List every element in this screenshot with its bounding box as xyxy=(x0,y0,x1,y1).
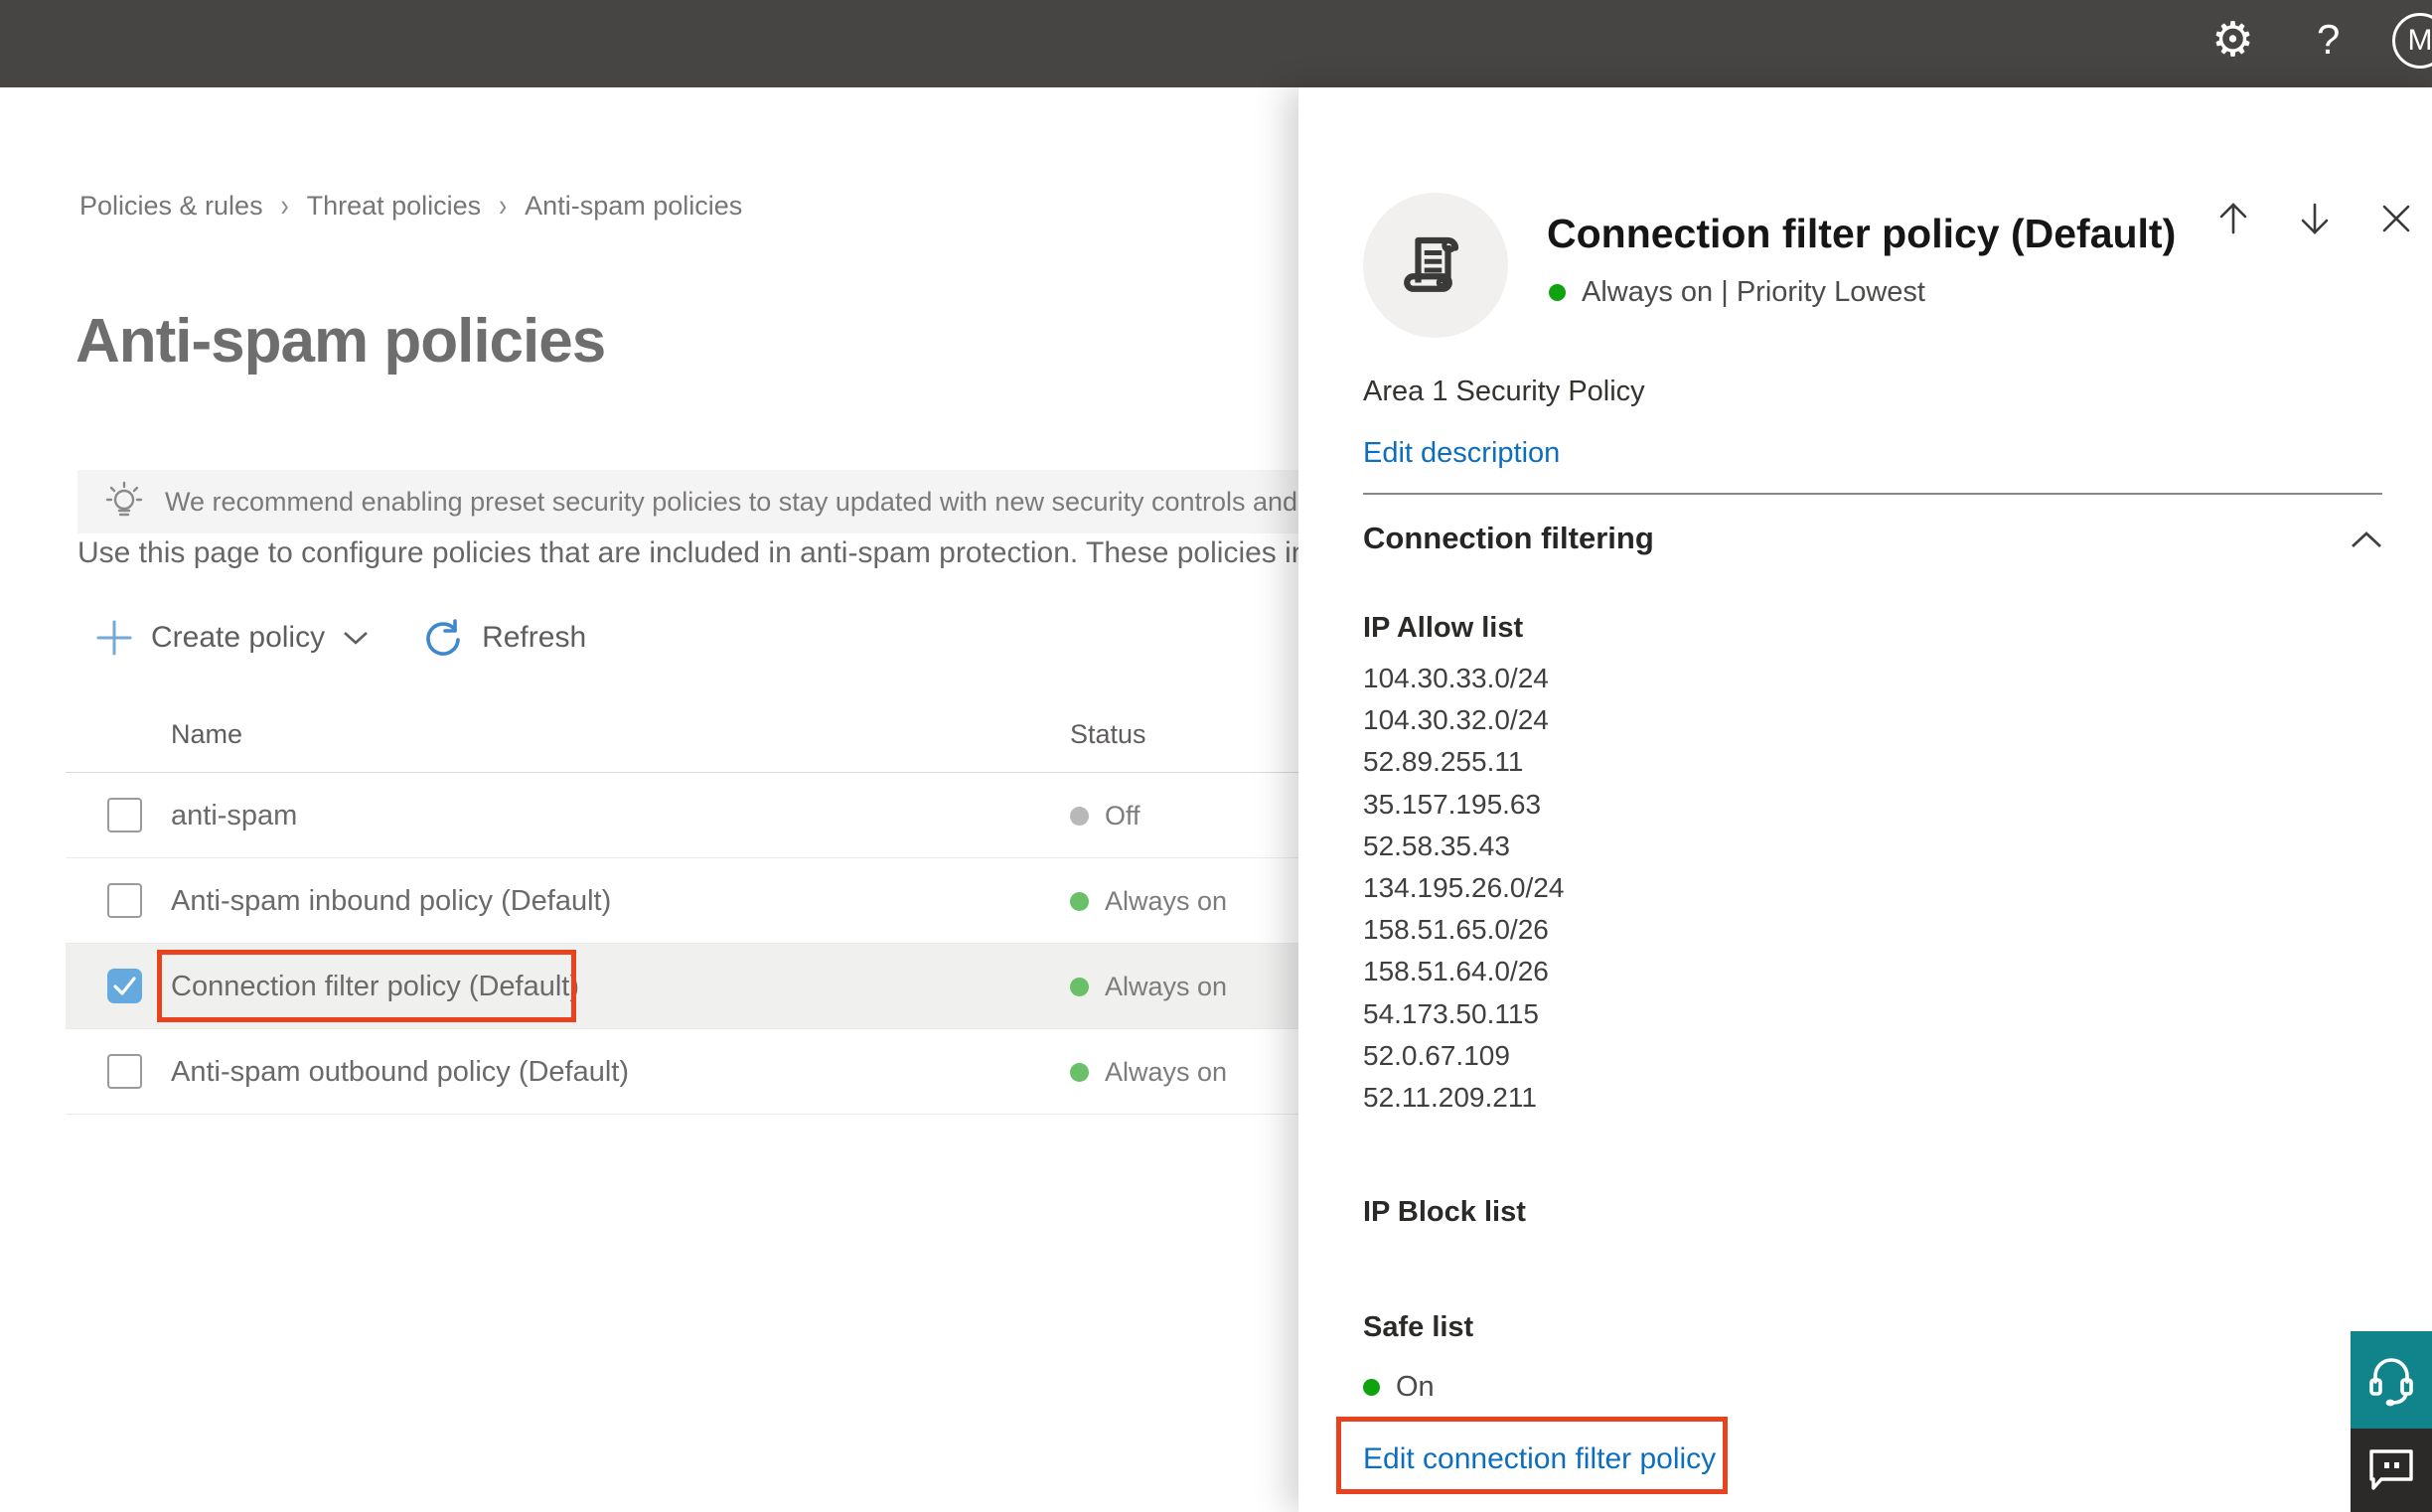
create-policy-label: Create policy xyxy=(151,621,326,654)
ip-allow-item: 35.157.195.63 xyxy=(1363,788,1542,820)
status-dot-icon xyxy=(1070,977,1089,996)
status-label: Always on xyxy=(1105,971,1228,1001)
breadcrumb-separator-icon: › xyxy=(499,188,508,224)
policy-table: Name Status anti-spam Off Anti-spam inbo… xyxy=(66,695,1325,1115)
flyout-status-text: Always on | Priority Lowest xyxy=(1582,276,1925,308)
ip-allow-item: 52.11.209.211 xyxy=(1363,1082,1537,1114)
policy-table-body: anti-spam Off Anti-spam inbound policy (… xyxy=(66,773,1325,1115)
status-label: Always on xyxy=(1105,1056,1228,1087)
settings-gear-icon[interactable]: ⚙ xyxy=(2211,12,2254,68)
status-dot-icon xyxy=(1363,1379,1380,1396)
refresh-icon xyxy=(426,619,460,656)
breadcrumb-separator-icon: › xyxy=(280,188,289,224)
toolbar: Create policy Refresh xyxy=(95,606,586,670)
policy-type-avatar xyxy=(1363,193,1508,338)
account-avatar[interactable]: M xyxy=(2392,13,2432,69)
refresh-label: Refresh xyxy=(482,621,587,654)
table-row[interactable]: Anti-spam inbound policy (Default) Alway… xyxy=(66,858,1325,944)
safe-list-title: Safe list xyxy=(1363,1311,1474,1343)
status-dot-icon xyxy=(1070,806,1089,826)
ip-allow-item: 104.30.33.0/24 xyxy=(1363,663,1549,693)
policy-status: Always on xyxy=(1070,858,1227,944)
headset-icon xyxy=(2369,1358,2413,1407)
policy-status: Off xyxy=(1070,773,1140,858)
table-row[interactable]: Connection filter policy (Default) Alway… xyxy=(66,944,1325,1029)
page-description: Use this page to configure policies that… xyxy=(77,536,1380,569)
create-policy-button[interactable]: Create policy xyxy=(95,619,369,657)
policy-description: Area 1 Security Policy xyxy=(1363,376,1645,407)
ip-allow-list: 104.30.33.0/24 104.30.32.0/24 52.89.255.11… xyxy=(1363,658,1564,1119)
edit-description-link[interactable]: Edit description xyxy=(1363,437,1560,470)
banner-text: We recommend enabling preset security po… xyxy=(165,486,1463,517)
breadcrumb-threat-policies[interactable]: Threat policies xyxy=(307,191,482,222)
close-icon[interactable] xyxy=(2376,199,2416,238)
checkmark-icon xyxy=(113,977,136,995)
row-checkbox[interactable] xyxy=(107,883,142,918)
top-app-bar: ⚙ ? M xyxy=(0,0,2432,87)
policy-status: Always on xyxy=(1070,944,1227,1029)
policy-name: anti-spam xyxy=(171,799,298,832)
table-row[interactable]: Anti-spam outbound policy (Default) Alwa… xyxy=(66,1029,1325,1115)
feedback-chat-icon xyxy=(2369,1449,2413,1490)
support-button[interactable] xyxy=(2351,1331,2432,1429)
page-title: Anti-spam policies xyxy=(76,307,606,376)
divider xyxy=(1363,493,2382,495)
chevron-down-icon xyxy=(344,632,368,645)
status-dot-icon xyxy=(1549,284,1566,301)
collapse-chevron-up-icon[interactable] xyxy=(2350,530,2383,550)
status-label: Off xyxy=(1105,800,1140,831)
ip-allow-item: 52.58.35.43 xyxy=(1363,830,1510,861)
breadcrumb: Policies & rules › Threat policies › Ant… xyxy=(79,188,742,224)
safe-list-status-text: On xyxy=(1396,1371,1435,1403)
safe-list-status: On xyxy=(1363,1371,1435,1404)
ip-allow-item: 134.195.26.0/24 xyxy=(1363,872,1565,904)
edit-connection-filter-policy-link[interactable]: Edit connection filter policy xyxy=(1363,1442,1716,1476)
previous-item-arrow-up-icon[interactable] xyxy=(2213,199,2253,238)
flyout-nav xyxy=(2213,199,2416,238)
row-checkbox[interactable] xyxy=(107,969,142,1003)
ip-allow-list-title: IP Allow list xyxy=(1363,612,1524,644)
policy-status: Always on xyxy=(1070,1029,1227,1115)
flyout-status: Always on | Priority Lowest xyxy=(1549,276,1925,309)
table-row[interactable]: anti-spam Off xyxy=(66,773,1325,858)
lightbulb-icon xyxy=(105,481,143,517)
ip-allow-item: 158.51.65.0/26 xyxy=(1363,914,1549,946)
status-dot-icon xyxy=(1070,891,1089,911)
plus-icon xyxy=(96,620,132,656)
policy-name: Anti-spam inbound policy (Default) xyxy=(171,884,612,917)
column-header-name[interactable]: Name xyxy=(171,719,242,750)
section-connection-filtering: Connection filtering xyxy=(1363,521,1654,555)
help-icon[interactable]: ? xyxy=(2317,16,2340,64)
status-dot-icon xyxy=(1070,1062,1089,1082)
policy-name: Connection filter policy (Default) xyxy=(171,970,580,1002)
policy-name: Anti-spam outbound policy (Default) xyxy=(171,1055,630,1088)
ip-allow-item: 52.0.67.109 xyxy=(1363,1039,1510,1071)
table-header: Name Status xyxy=(66,695,1325,773)
policy-details-flyout: Connection filter policy (Default) Alway… xyxy=(1298,87,2432,1512)
ip-allow-item: 54.173.50.115 xyxy=(1363,997,1539,1029)
ip-allow-item: 158.51.64.0/26 xyxy=(1363,956,1549,987)
breadcrumb-policies-rules[interactable]: Policies & rules xyxy=(79,191,263,222)
refresh-button[interactable]: Refresh xyxy=(422,617,586,659)
ip-allow-item: 52.89.255.11 xyxy=(1363,746,1524,778)
row-checkbox[interactable] xyxy=(107,1054,142,1089)
breadcrumb-anti-spam-policies[interactable]: Anti-spam policies xyxy=(525,191,742,222)
scroll-policy-icon xyxy=(1404,236,1459,292)
ip-allow-item: 104.30.32.0/24 xyxy=(1363,704,1549,736)
flyout-title: Connection filter policy (Default) xyxy=(1547,211,2177,256)
feedback-button[interactable] xyxy=(2351,1429,2432,1512)
row-checkbox[interactable] xyxy=(107,798,142,832)
ip-block-list-title: IP Block list xyxy=(1363,1196,1526,1228)
column-header-status[interactable]: Status xyxy=(1070,719,1146,750)
next-item-arrow-down-icon[interactable] xyxy=(2295,199,2335,238)
status-label: Always on xyxy=(1105,885,1228,916)
